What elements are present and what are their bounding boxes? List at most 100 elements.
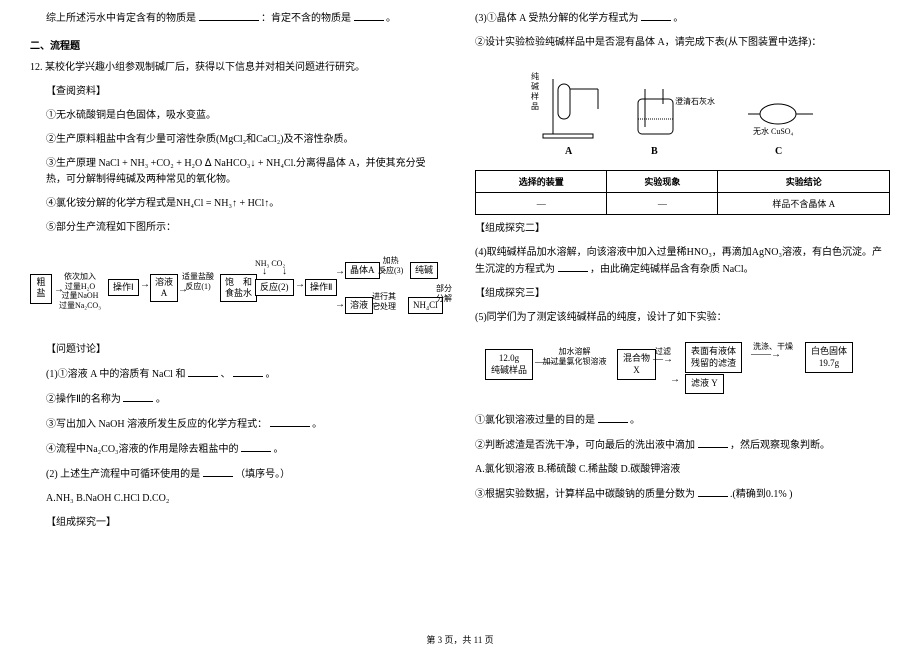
q12-intro: 12. 某校化学兴趣小组参观制碱厂后，获得以下信息并对相关问题进行研究。 xyxy=(30,60,445,76)
q2: (2) 上述生产流程中可循环使用的是 （填序号。） xyxy=(30,466,445,483)
info-1: ①无水硫酸铜是白色固体，吸水变蓝。 xyxy=(30,108,445,124)
f2-sample: 12.0g 纯碱样品 xyxy=(485,349,533,380)
q1-2: ②操作Ⅱ的名称为 。 xyxy=(30,391,445,408)
blank-field xyxy=(203,466,233,477)
text: 、 xyxy=(220,369,230,380)
q5-3: ③根据实验数据，计算样品中碳酸钠的质量分数为 .(精确到0.1% ) xyxy=(475,486,890,503)
text: (1)①溶液 A 中的溶质有 NaCl 和 xyxy=(46,369,185,380)
arrow-icon: → xyxy=(372,299,382,310)
text: 。 xyxy=(312,419,322,430)
q4: (4)取纯碱样品加水溶解，向该溶液中加入过量稀HNO₃，再滴加AgNO₃溶液，有… xyxy=(475,245,890,278)
f2-residue: 表面有液体 残留的滤渣 xyxy=(685,342,742,373)
q5-options: A.氯化钡溶液 B.稀硫酸 C.稀盐酸 D.碳酸钾溶液 xyxy=(475,462,890,478)
flow-rongyea: 溶液 A xyxy=(150,274,178,302)
svg-text:无水 CuSO₄: 无水 CuSO₄ xyxy=(753,126,794,136)
arrow-icon: → xyxy=(378,264,388,275)
arrow-icon: → xyxy=(140,279,150,290)
q3-2: ②设计实验检验纯碱样品中是否混有晶体 A，请完成下表(从下图装置中选择)： xyxy=(475,35,890,51)
blank-field xyxy=(233,366,263,377)
svg-text:B: B xyxy=(651,146,658,157)
text: 。 xyxy=(156,394,166,405)
blank-field xyxy=(188,366,218,377)
arrow-down-icon: ↓ xyxy=(282,266,287,277)
blank-field xyxy=(123,391,153,402)
q3-1: (3)①晶体 A 受热分解的化学方程式为 。 xyxy=(475,10,890,27)
flow-jingti: 晶体A xyxy=(345,262,380,279)
f2-white-solid: 白色固体 19.7g xyxy=(805,342,853,373)
blank-field xyxy=(354,10,384,21)
blank-field xyxy=(558,261,588,272)
left-column: 综上所述污水中肯定含有的物质是 ：肯定不含的物质是 。 二、流程题 12. 某校… xyxy=(30,10,445,539)
section-heading: 二、流程题 xyxy=(30,37,445,52)
text: (3)①晶体 A 受热分解的化学方程式为 xyxy=(475,13,638,24)
discuss-heading: 【问题讨论】 xyxy=(30,342,445,358)
text: 白色固体 xyxy=(811,346,847,358)
th-device: 选择的装置 xyxy=(476,171,607,193)
flow-bh: 饱 和 食盐水 xyxy=(220,274,257,302)
blank-field xyxy=(199,10,259,21)
blank-field xyxy=(641,10,671,21)
q5: (5)同学们为了测定该纯碱样品的纯度，设计了如下实验： xyxy=(475,310,890,326)
text: ④流程中Na₂CO₃溶液的作用是除去粗盐中的 xyxy=(46,444,239,455)
info-2: ②生产原料粗盐中含有少量可溶性杂质(MgCl₂和CaCl₂)及不溶性杂质。 xyxy=(30,132,445,148)
svg-text:品: 品 xyxy=(531,102,539,111)
f2-mixture: 混合物 X xyxy=(617,349,656,380)
svg-text:碱: 碱 xyxy=(531,82,539,91)
text: ，然后观察现象判断。 xyxy=(730,440,830,451)
info-5: ⑤部分生产流程如下图所示： xyxy=(30,220,445,236)
blank-field xyxy=(241,441,271,452)
info-3: ③生产原理 NaCl + NH₃ +CO₂ + H₂O ᐃ NaHCO₃↓ + … xyxy=(30,156,445,188)
q-number: 12. xyxy=(30,62,43,73)
blank-field xyxy=(698,486,728,497)
text: (2) 上述生产流程中可循环使用的是 xyxy=(46,469,200,480)
flow-chunjian: 纯碱 xyxy=(410,262,438,279)
explore-heading: 【组成探究一】 xyxy=(30,515,445,531)
table-row: — — 样品不含晶体 A xyxy=(476,193,890,215)
q1-1: (1)①溶液 A 中的溶质有 NaCl 和 、 。 xyxy=(30,366,445,383)
th-phenomenon: 实验现象 xyxy=(607,171,718,193)
q2-options: A.NH₃ B.NaOH C.HCl D.CO₂ xyxy=(30,491,445,507)
right-column: (3)①晶体 A 受热分解的化学方程式为 。 ②设计实验检验纯碱样品中是否混有晶… xyxy=(475,10,890,539)
page-footer: 第 3 页，共 11 页 xyxy=(0,633,920,646)
lookup-heading: 【查阅资料】 xyxy=(30,84,445,100)
td-phenomenon: — xyxy=(607,193,718,215)
text: ：肯定不含的物质是 xyxy=(261,13,351,24)
svg-text:C: C xyxy=(775,146,782,157)
arrow-icon: → xyxy=(295,279,305,290)
flow-cuyan: 粗 盐 xyxy=(30,274,52,304)
info-4: ④氯化铵分解的化学方程式是NH₄Cl = NH₃↑ + HCl↑。 xyxy=(30,196,445,212)
text: ，由此确定纯碱样品含有杂质 NaCl。 xyxy=(590,264,754,275)
svg-text:样: 样 xyxy=(531,91,539,101)
page-container: 综上所述污水中肯定含有的物质是 ：肯定不含的物质是 。 二、流程题 12. 某校… xyxy=(0,0,920,559)
text: ②判断滤渣是否洗干净，可向最后的洗出液中滴加 xyxy=(475,440,695,451)
q1-3: ③写出加入 NaOH 溶液所发生反应的化学方程式： 。 xyxy=(30,416,445,433)
arrow-icon: → xyxy=(54,284,64,295)
text: 。 xyxy=(630,415,640,426)
arrow-icon: —→ xyxy=(653,354,673,365)
text: 。 xyxy=(274,444,284,455)
text: 综上所述污水中肯定含有的物质是 xyxy=(46,13,196,24)
text: 纯碱样品 xyxy=(491,365,527,377)
text: ①氯化钡溶液过量的目的是 xyxy=(475,415,595,426)
arrow-icon: ——→ xyxy=(535,357,565,368)
q5-1: ①氯化钡溶液过量的目的是 。 xyxy=(475,412,890,429)
apparatus-diagram: 纯 碱 样 品 A 澄清石灰水 B 无水 CuSO₄ C xyxy=(475,59,890,162)
arrow-icon: ——→ xyxy=(751,349,781,360)
q1-4: ④流程中Na₂CO₃溶液的作用是除去粗盐中的 。 xyxy=(30,441,445,458)
text: 19.7g xyxy=(811,358,847,370)
explore2-heading: 【组成探究二】 xyxy=(475,221,890,237)
text: ③写出加入 NaOH 溶液所发生反应的化学方程式： xyxy=(46,419,267,430)
q5-2: ②判断滤渣是否洗干净，可向最后的洗出液中滴加 ，然后观察现象判断。 xyxy=(475,437,890,454)
blank-field xyxy=(598,412,628,423)
text: 12.0g xyxy=(491,353,527,365)
arrow-icon: → xyxy=(670,374,680,385)
arrow-icon: → xyxy=(178,284,188,295)
svg-text:A: A xyxy=(565,146,573,157)
flow-op1: 操作Ⅰ xyxy=(108,279,139,296)
table-header-row: 选择的装置 实验现象 实验结论 xyxy=(476,171,890,193)
blank-field xyxy=(270,416,310,427)
text: （填序号。） xyxy=(235,469,290,480)
experiment-table: 选择的装置 实验现象 实验结论 — — 样品不含晶体 A xyxy=(475,170,890,215)
flowchart-2: 12.0g 纯碱样品 加水溶解 加过量氯化钡溶液 ——→ 混合物 X 过滤 —→… xyxy=(475,334,890,404)
svg-text:澄清石灰水: 澄清石灰水 xyxy=(675,96,715,106)
